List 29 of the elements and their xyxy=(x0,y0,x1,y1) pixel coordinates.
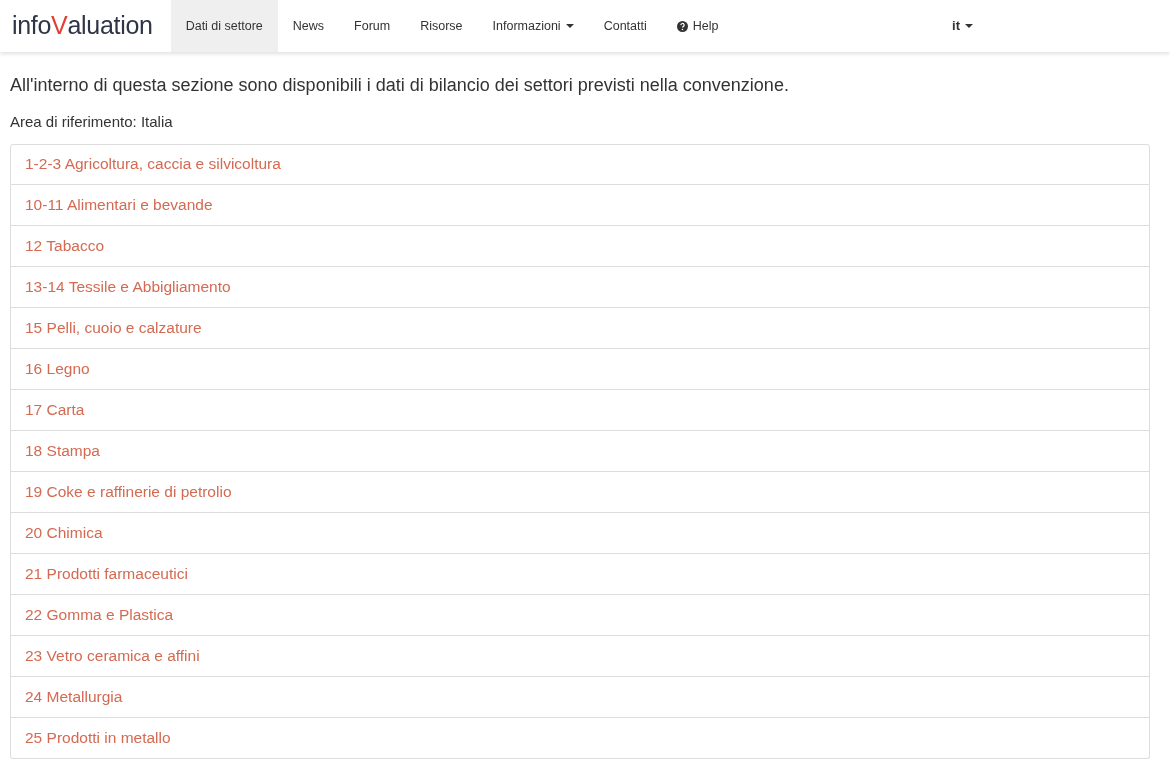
sector-link[interactable]: 23 Vetro ceramica e affini xyxy=(10,635,1150,677)
sector-link[interactable]: 10-11 Alimentari e bevande xyxy=(10,184,1150,226)
sector-link[interactable]: 21 Prodotti farmaceutici xyxy=(10,553,1150,595)
sector-link[interactable]: 19 Coke e raffinerie di petrolio xyxy=(10,471,1150,513)
sector-link[interactable]: 1-2-3 Agricoltura, caccia e silvicoltura xyxy=(10,143,1150,185)
caret-icon xyxy=(565,24,574,28)
sector-link[interactable]: 18 Stampa xyxy=(10,430,1150,472)
area-label: Area di riferimento: Italia xyxy=(10,112,174,132)
language-menu[interactable]: it xyxy=(937,0,988,52)
sector-link[interactable]: 24 Metallurgia xyxy=(10,676,1150,718)
logo[interactable]: infoValuation xyxy=(0,0,171,52)
sector-link[interactable]: 22 Gomma e Plastica xyxy=(10,594,1150,636)
nav-link[interactable]: Help xyxy=(661,0,734,52)
nav-link[interactable]: Forum xyxy=(339,0,406,52)
nav-link[interactable]: Risorse xyxy=(405,0,478,52)
nav-link[interactable]: Informazioni xyxy=(477,0,589,52)
caret-icon xyxy=(965,24,973,28)
sector-link[interactable]: 13-14 Tessile e Abbigliamento xyxy=(10,266,1150,308)
sector-link[interactable]: 16 Legno xyxy=(10,348,1150,390)
nav-link[interactable]: News xyxy=(277,0,340,52)
nav-link[interactable]: Dati di settore xyxy=(170,0,278,52)
help-icon xyxy=(676,20,688,32)
nav-link[interactable]: Contatti xyxy=(588,0,662,52)
sector-link[interactable]: 25 Prodotti in metallo xyxy=(10,717,1150,759)
sector-link[interactable]: 17 Carta xyxy=(10,389,1150,431)
intro-text: All'interno di questa sezione sono disponibili i dati di bilancio dei settori previsti nella convenzione. xyxy=(10,74,790,97)
sector-link[interactable]: 12 Tabacco xyxy=(10,225,1150,267)
sector-link[interactable]: 15 Pelli, cuoio e calzature xyxy=(10,307,1150,349)
sector-link[interactable]: 20 Chimica xyxy=(10,512,1150,554)
